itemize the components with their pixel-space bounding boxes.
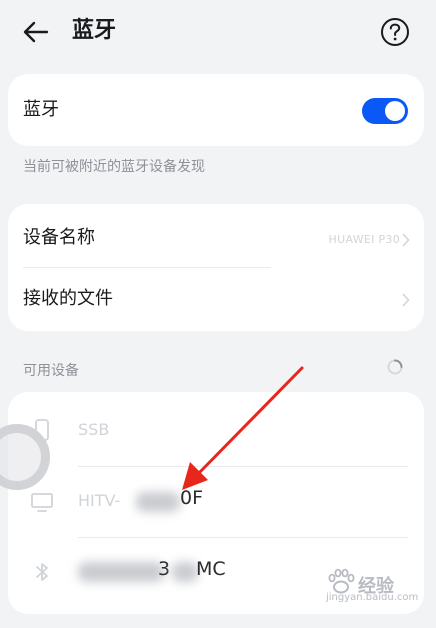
device-name-suffix: 0F [180, 487, 204, 509]
page-title: 蓝牙 [72, 18, 117, 43]
device-item[interactable]: SSB [8, 392, 424, 466]
chevron-right-icon [402, 293, 410, 307]
paw-logo-icon [328, 568, 355, 594]
visibility-note: 当前可被附近的蓝牙设备发现 [23, 159, 205, 175]
device-name-value: HUAWEI P30 [328, 233, 400, 246]
toggle-knob [385, 101, 405, 121]
device-item[interactable]: HITV- 0F [8, 467, 424, 537]
device-name: SSB [78, 420, 110, 439]
device-name-label: 设备名称 [23, 227, 95, 248]
bluetooth-label: 蓝牙 [23, 99, 59, 120]
device-name-prefix: HITV- [78, 491, 121, 510]
device-name-row[interactable]: 设备名称 HUAWEI P30 [8, 204, 424, 267]
back-arrow-icon[interactable] [20, 16, 52, 48]
privacy-blur [136, 492, 180, 512]
help-icon[interactable] [378, 15, 412, 49]
loading-spinner-icon [387, 359, 403, 375]
bluetooth-toggle-card: 蓝牙 [8, 74, 424, 146]
watermark: 经验 jingyan.baidu.com [322, 566, 422, 610]
privacy-blur [78, 562, 164, 582]
tv-icon [31, 493, 53, 512]
bluetooth-icon [36, 563, 48, 581]
available-devices-header: 可用设备 [23, 363, 79, 379]
app-header: 蓝牙 [0, 0, 436, 64]
device-name-suffix: MC [196, 558, 226, 580]
settings-card: 设备名称 HUAWEI P30 接收的文件 [8, 204, 424, 331]
bluetooth-toggle[interactable] [362, 98, 408, 124]
received-files-row[interactable]: 接收的文件 [8, 268, 424, 331]
watermark-url: jingyan.baidu.com [326, 592, 419, 603]
received-files-label: 接收的文件 [23, 288, 113, 309]
privacy-blur [172, 562, 198, 582]
chevron-right-icon [402, 233, 410, 247]
device-name-mid: 3 [158, 558, 171, 580]
